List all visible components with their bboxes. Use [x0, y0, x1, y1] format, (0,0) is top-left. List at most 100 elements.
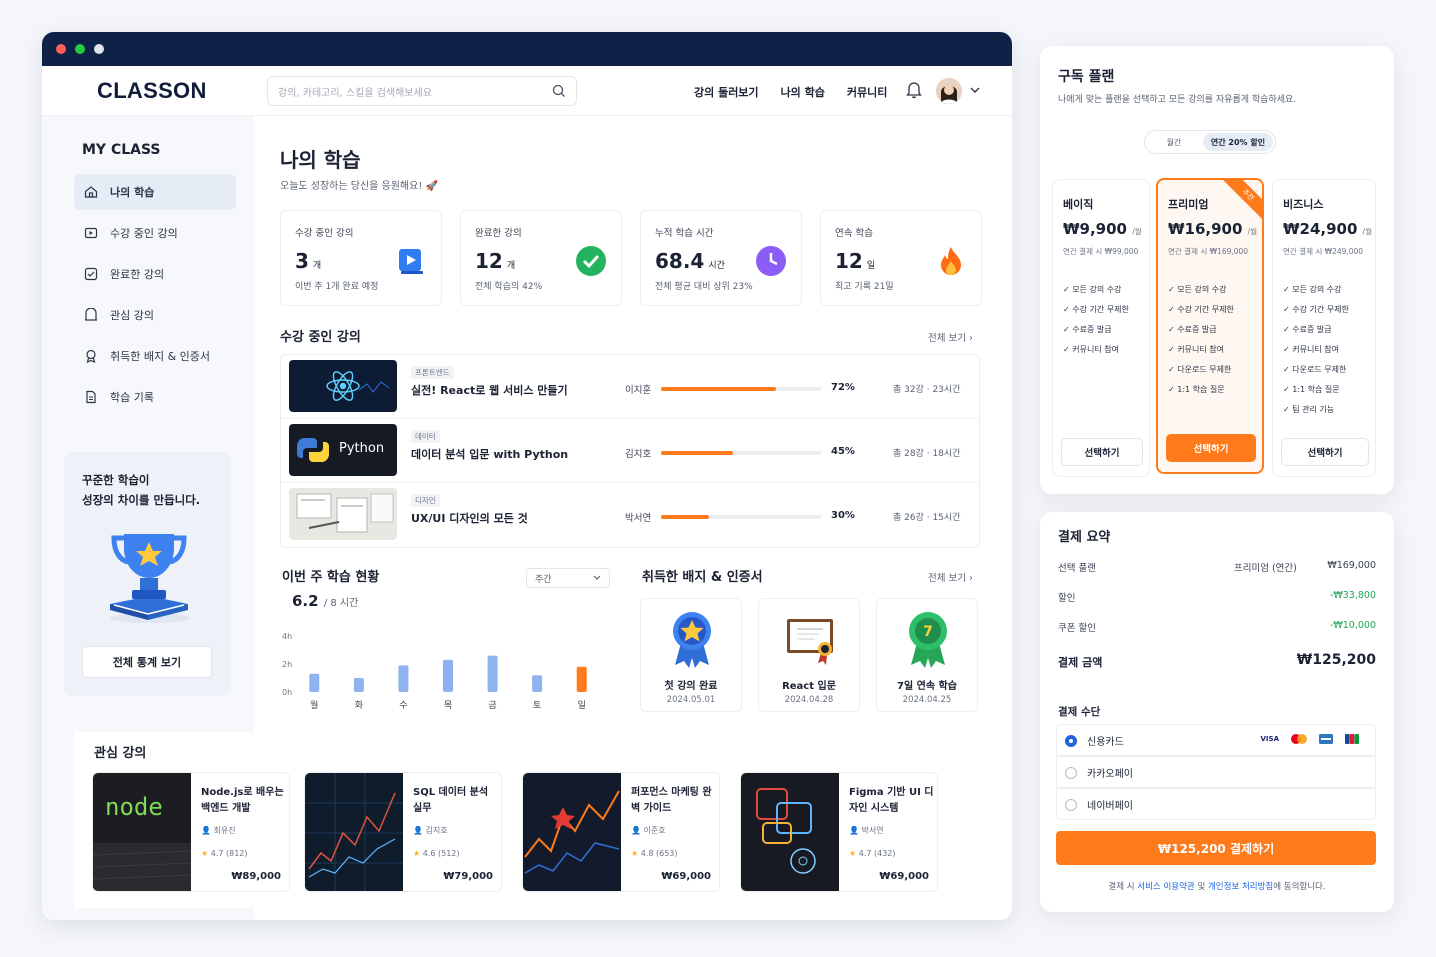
see-all-badges-link[interactable]: 전체 보기 › [928, 570, 973, 584]
stat-sub: 이번 주 1개 완료 예정 [295, 282, 379, 292]
instructor-name: 이준호 [643, 826, 666, 835]
privacy-policy-link[interactable]: 개인정보 처리방침 [1208, 882, 1273, 892]
summary-row-discount: 할인 -₩33,800 [1058, 590, 1376, 606]
summary-title: 결제 요약 [1058, 530, 1111, 545]
favorite-price: ₩69,000 [661, 871, 711, 882]
plan-feature: ✓ 커뮤니티 참여 [1063, 345, 1119, 354]
nav-browse-courses[interactable]: 강의 둘러보기 [694, 84, 759, 100]
badge-name: 첫 강의 완료 [664, 681, 718, 692]
course-row[interactable]: Python 데이터 데이터 분석 입문 with Python 김지호 45%… [281, 419, 979, 483]
course-instructor: 이지훈 [625, 385, 652, 396]
course-category: 데이터 [411, 430, 440, 443]
stat-number: 12 [835, 249, 863, 273]
avatar[interactable] [936, 78, 962, 104]
amex-logo [1319, 734, 1333, 744]
plan-feature: ✓ 수강 기간 무제한 [1168, 305, 1234, 314]
sidebar-item-my-learning[interactable]: 나의 학습 [74, 174, 236, 210]
search-input[interactable]: 강의, 카테고리, 스킬을 검색해보세요 [267, 76, 577, 106]
course-instructor: 박서연 [625, 513, 652, 524]
feature-text: 수료증 발급 [1177, 325, 1217, 334]
sidebar-item-label: 수강 중인 강의 [110, 227, 178, 240]
progress-fill [661, 451, 733, 455]
badge-card[interactable]: React 입문 2024.04.28 [758, 598, 860, 712]
sidebar-item-favorites[interactable]: 관심 강의 [74, 297, 236, 333]
stat-card-total-time: 누적 학습 시간 68.4 시간 전체 평균 대비 상위 23% [640, 210, 802, 306]
course-row[interactable]: 디자인 UX/UI 디자인의 모든 것 박서연 30% 총 26강 · 15시간 [281, 483, 979, 547]
see-all-label: 전체 보기 [928, 573, 966, 584]
plan-feature: ✓ 수료증 발급 [1168, 325, 1217, 334]
nav-community[interactable]: 커뮤니티 [847, 84, 887, 100]
y-tick-label: 2h [282, 660, 292, 669]
sidebar-item-badges[interactable]: 취득한 배지 & 인증서 [74, 338, 236, 374]
promo-card: 꾸준한 학습이 성장의 차이를 만듭니다. 전체 통계 보기 [64, 452, 230, 696]
chevron-down-icon[interactable] [970, 86, 980, 94]
course-row[interactable]: 프론트엔드 실전! React로 웹 서비스 만들기 이지훈 72% 총 32강… [281, 355, 979, 419]
stat-label: 누적 학습 시간 [655, 228, 714, 239]
stat-card-in-progress: 수강 중인 강의 3개 이번 주 1개 완료 예정 [280, 210, 442, 306]
radio-unselected[interactable] [1065, 767, 1077, 779]
instructor-name: 최유진 [213, 826, 236, 835]
badge-card[interactable]: 7 7일 연속 학습 2024.04.25 [876, 598, 978, 712]
total-label: 결제 금액 [1058, 656, 1103, 669]
feature-text: 모든 강의 수강 [1292, 285, 1342, 294]
search-icon[interactable] [552, 84, 566, 98]
select-plan-button[interactable]: 선택하기 [1166, 434, 1256, 462]
plan-price-unit: /월 [1132, 227, 1142, 236]
favorite-course-card[interactable]: 퍼포먼스 마케팅 완벽 가이드 👤 이준호 ★ 4.8 (653) ₩69,00… [522, 772, 720, 892]
terms-of-service-link[interactable]: 서비스 이용약관 [1137, 882, 1194, 892]
payment-option-naverpay[interactable]: 네이버페이 [1056, 788, 1376, 820]
pay-button[interactable]: ₩125,200 결제하기 [1056, 831, 1376, 865]
stat-value: 12 일 [835, 249, 875, 273]
favorite-course-card[interactable]: node Node.js로 배우는 백엔드 개발 👤 최유진 ★ 4.7 (81… [92, 772, 290, 892]
stat-label: 완료한 강의 [475, 228, 522, 239]
favorite-course-card[interactable]: Figma 기반 UI 디자인 시스템 👤 박서연 ★ 4.7 (432) ₩6… [740, 772, 938, 892]
nav-my-learning[interactable]: 나의 학습 [781, 84, 825, 100]
favorite-rating: ★ 4.6 (512) [413, 849, 460, 858]
maximize-window-button[interactable] [94, 44, 104, 54]
course-thumbnail [289, 360, 397, 412]
view-all-stats-button[interactable]: 전체 통계 보기 [82, 646, 212, 678]
close-window-button[interactable] [56, 44, 66, 54]
page-subtitle: 오늘도 성장하는 당신을 응원해요! 🚀 [280, 181, 438, 192]
plan-name: 베이직 [1063, 198, 1094, 211]
bell-icon[interactable] [906, 81, 922, 99]
badge-card[interactable]: 첫 강의 완료 2024.05.01 [640, 598, 742, 712]
radio-unselected[interactable] [1065, 799, 1077, 811]
payment-option-kakaopay[interactable]: 카카오페이 [1056, 756, 1376, 788]
y-tick-label: 4h [282, 632, 292, 641]
progress-bar [661, 387, 821, 391]
plan-card-premium[interactable]: 추천 프리미엄 ₩16,900 /월 연간 결제 시 ₩169,000 ✓ 모든… [1156, 178, 1264, 474]
favorite-course-card[interactable]: SQL 데이터 분석 실무 👤 김지호 ★ 4.6 (512) ₩79,000 [304, 772, 502, 892]
rating-value: 4.7 (812) [210, 849, 248, 858]
select-plan-button[interactable]: 선택하기 [1061, 438, 1143, 466]
payment-option-card[interactable]: 신용카드 VISA [1056, 724, 1376, 756]
sidebar-item-in-progress[interactable]: 수강 중인 강의 [74, 215, 236, 251]
sidebar-item-history[interactable]: 학습 기록 [74, 379, 236, 415]
star-icon: ★ [631, 849, 639, 858]
summary-label: 선택 플랜 [1058, 563, 1096, 574]
plan-feature: ✓ 모든 강의 수강 [1168, 285, 1227, 294]
favorite-rating: ★ 4.8 (653) [631, 849, 678, 858]
weekly-goal: / 8 시간 [323, 598, 359, 609]
promo-line-1: 꾸준한 학습이 [82, 473, 150, 487]
x-tick-label: 수 [399, 700, 407, 711]
minimize-window-button[interactable] [75, 44, 85, 54]
sidebar-item-completed[interactable]: 완료한 강의 [74, 256, 236, 292]
star-icon: ★ [201, 849, 209, 858]
section-title-favorites: 관심 강의 [94, 746, 147, 761]
plan-card-business[interactable]: 비즈니스 ₩24,900 /월 연간 결제 시 ₩249,000 ✓ 모든 강의… [1272, 179, 1376, 477]
chart-bar [353, 678, 364, 692]
radio-selected[interactable] [1065, 735, 1077, 747]
select-plan-button[interactable]: 선택하기 [1281, 438, 1369, 466]
rating-value: 4.7 (432) [858, 849, 896, 858]
plan-feature: ✓ 다운로드 무제한 [1283, 365, 1347, 374]
plan-card-basic[interactable]: 베이직 ₩9,900 /월 연간 결제 시 ₩99,000 ✓ 모든 강의 수강… [1052, 179, 1150, 477]
period-select[interactable]: 주간 [526, 568, 610, 588]
search-placeholder: 강의, 카테고리, 스킬을 검색해보세요 [278, 87, 432, 99]
toggle-annual[interactable]: 연간 20% 할인 [1203, 133, 1273, 151]
logo[interactable]: CLASSON [97, 78, 207, 104]
toggle-monthly[interactable]: 월간 [1147, 133, 1201, 151]
plan-feature: ✓ 다운로드 무제한 [1168, 365, 1232, 374]
badge-icon [86, 349, 96, 363]
see-all-courses-link[interactable]: 전체 보기 › [928, 330, 973, 344]
